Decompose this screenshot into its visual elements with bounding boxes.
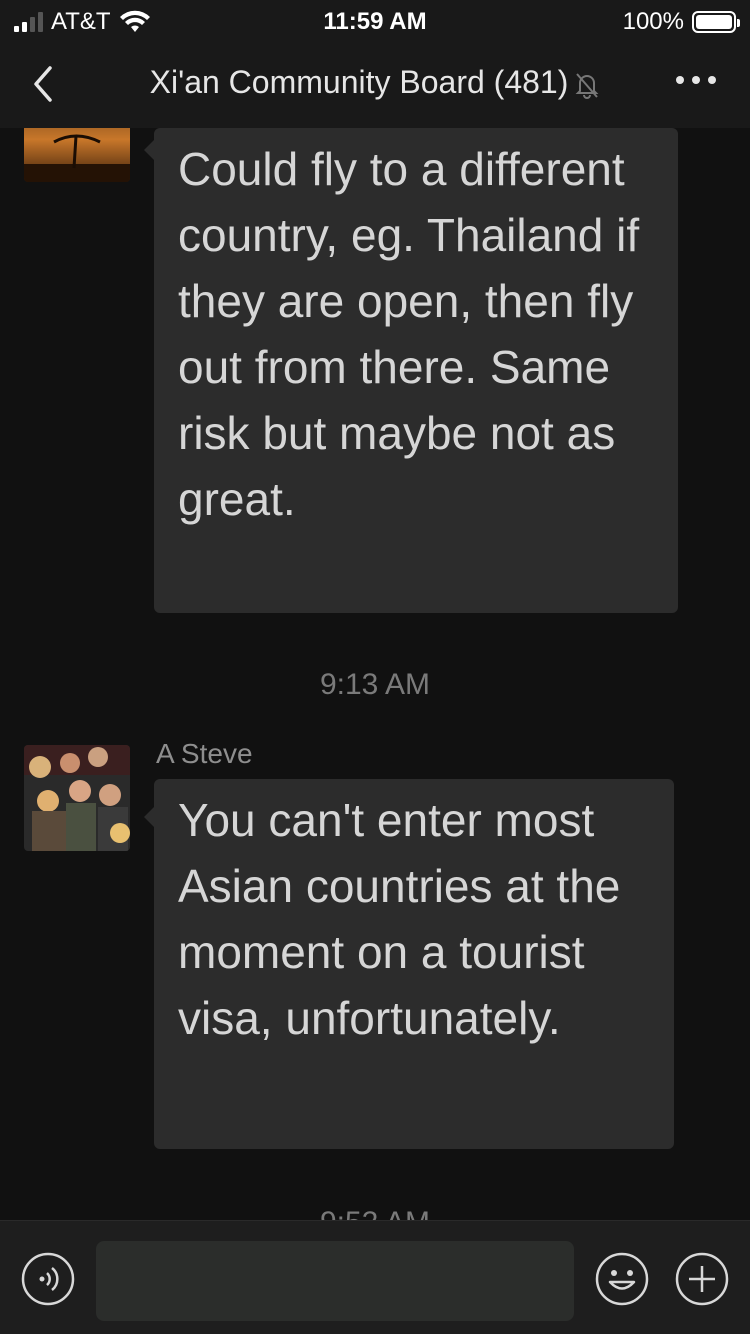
chat-screen: AT&T 11:59 AM 100% Xi'an Community Board… bbox=[0, 0, 750, 1334]
bubble-tail bbox=[144, 807, 154, 827]
chat-title-text: Xi'an Community Board (481) bbox=[149, 64, 569, 100]
muted-bell-icon bbox=[575, 72, 599, 99]
group-photo-avatar-image bbox=[24, 745, 130, 851]
voice-button[interactable] bbox=[20, 1251, 76, 1307]
input-bar bbox=[0, 1220, 750, 1334]
message-list[interactable]: Could fly to a different country, eg. Th… bbox=[0, 128, 750, 1220]
voice-icon bbox=[21, 1252, 75, 1306]
message-input[interactable] bbox=[96, 1241, 574, 1321]
timestamp: 9:52 AM bbox=[0, 1206, 750, 1220]
nav-bar: Xi'an Community Board (481) bbox=[0, 42, 750, 128]
more-options-button[interactable] bbox=[676, 76, 716, 84]
message-bubble[interactable]: You can't enter most Asian countries at … bbox=[144, 779, 674, 1149]
emoji-icon bbox=[595, 1252, 649, 1306]
more-actions-button[interactable] bbox=[674, 1251, 730, 1307]
avatar[interactable] bbox=[24, 745, 130, 851]
timestamp: 9:13 AM bbox=[319, 668, 431, 701]
sender-name: A Steve bbox=[156, 738, 253, 769]
battery-percent: 100% bbox=[622, 8, 684, 35]
avatar[interactable] bbox=[24, 128, 130, 182]
status-right: 100% bbox=[622, 8, 740, 36]
bubble-tail bbox=[144, 140, 154, 160]
battery-icon bbox=[692, 11, 740, 33]
battery-fill bbox=[696, 15, 732, 29]
plus-icon bbox=[675, 1252, 729, 1306]
message-text: Could fly to a different country, eg. Th… bbox=[178, 143, 640, 525]
status-bar: AT&T 11:59 AM 100% bbox=[0, 0, 750, 42]
chat-title[interactable]: Xi'an Community Board (481) bbox=[0, 64, 750, 101]
message-text: You can't enter most Asian countries at … bbox=[178, 794, 621, 1044]
message-bubble[interactable]: Could fly to a different country, eg. Th… bbox=[144, 128, 678, 613]
emoji-button[interactable] bbox=[594, 1251, 650, 1307]
more-dots-icon bbox=[676, 76, 684, 84]
sunset-avatar-image bbox=[24, 128, 130, 182]
